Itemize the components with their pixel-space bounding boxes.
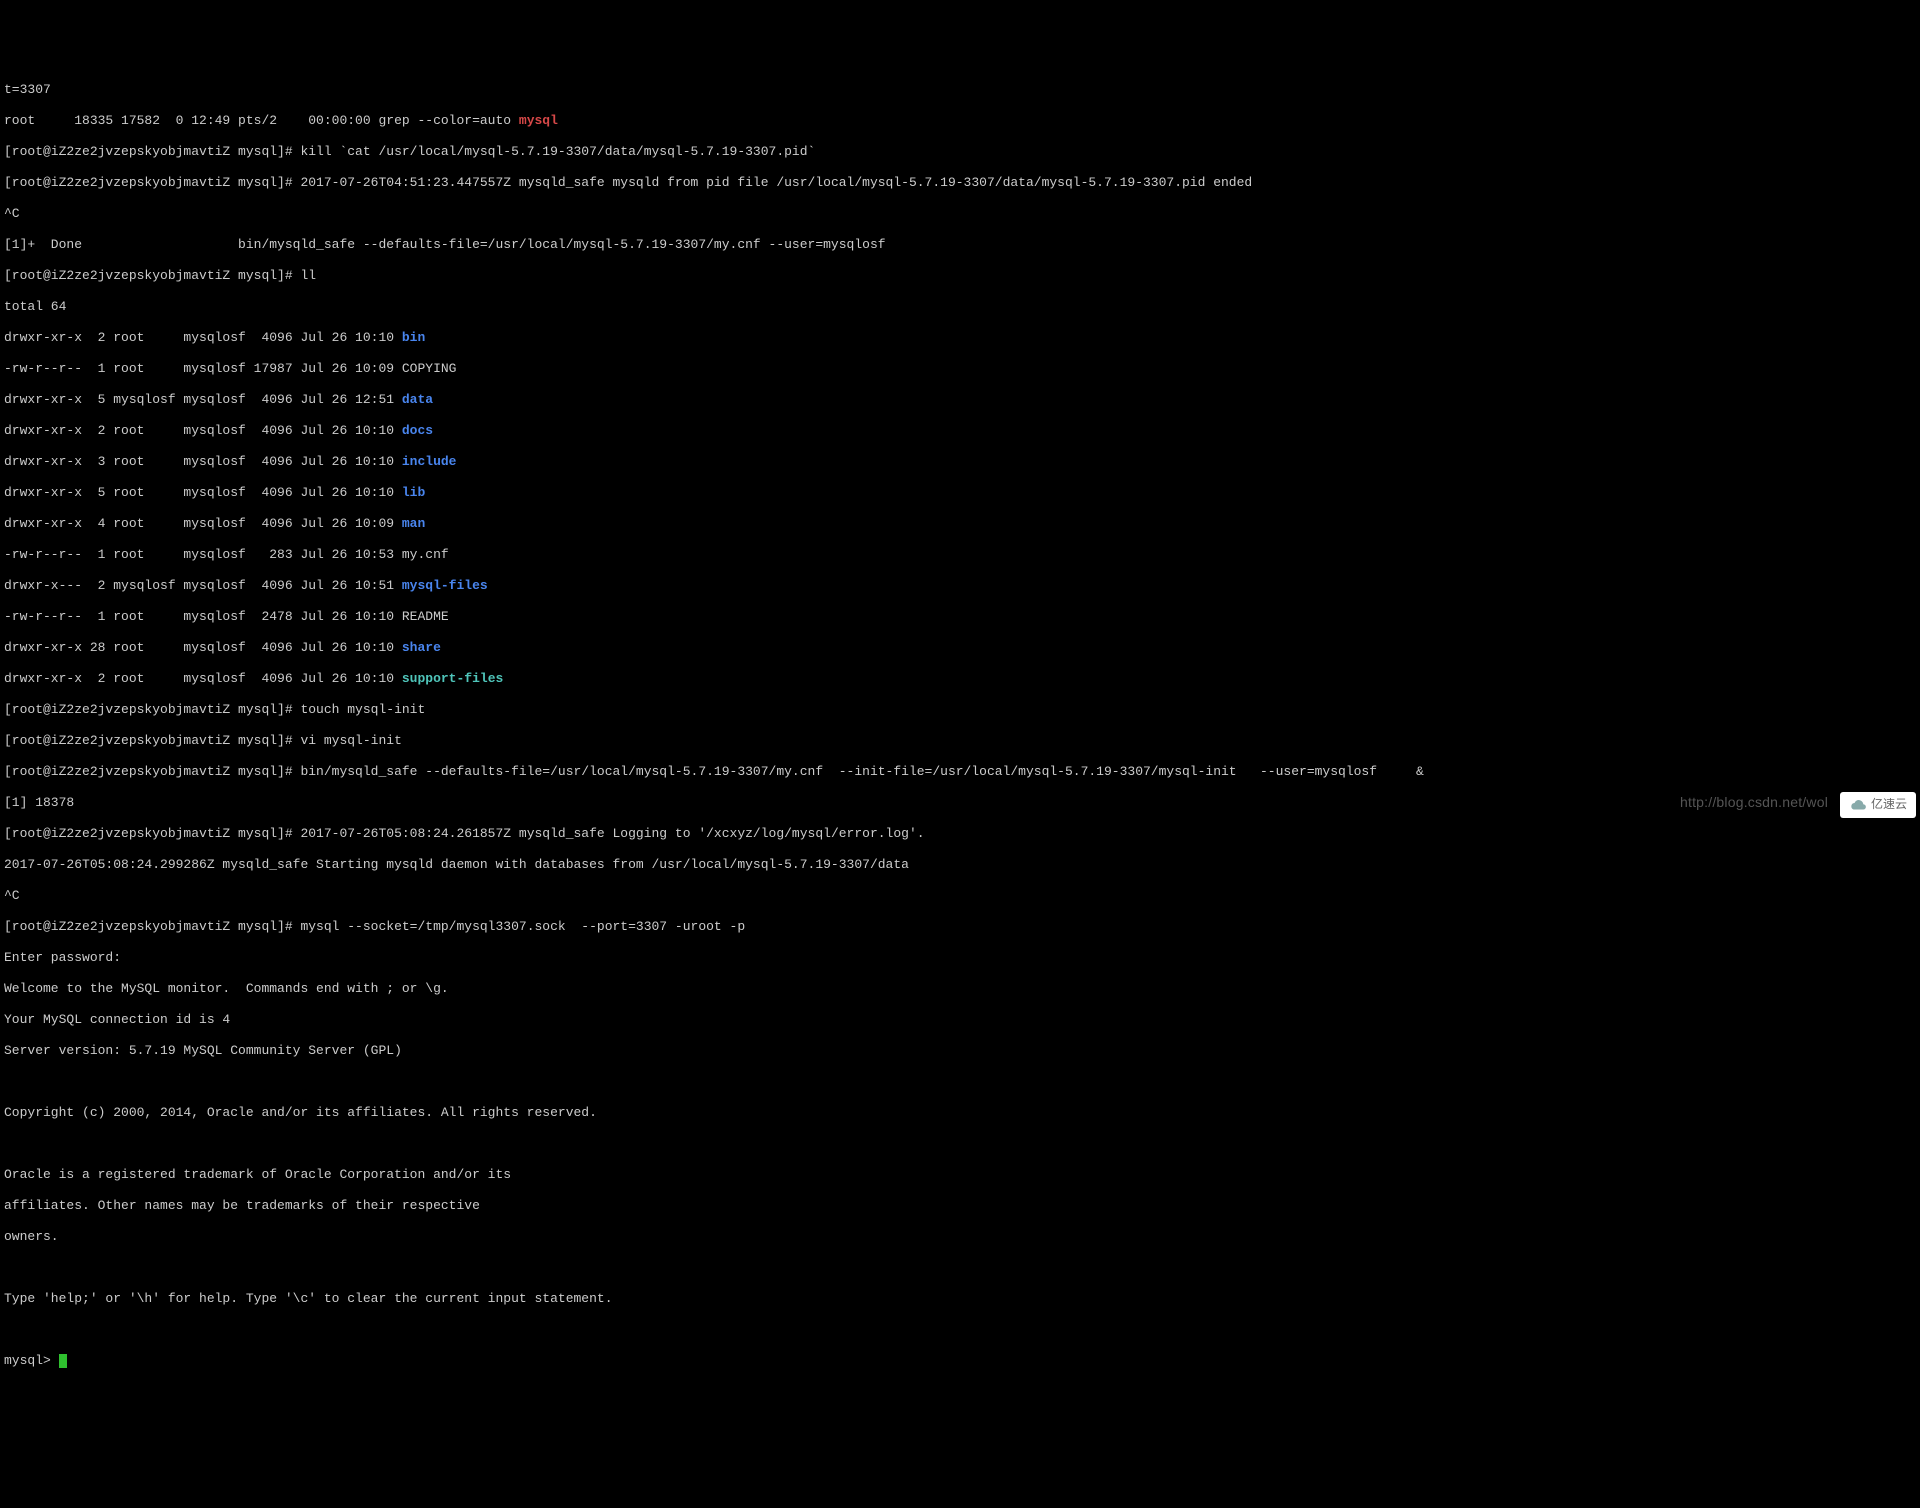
output-line: Server version: 5.7.19 MySQL Community S… <box>4 1043 1916 1059</box>
dir-name: bin <box>402 330 425 345</box>
ls-line: drwxr-xr-x 5 root mysqlosf 4096 Jul 26 1… <box>4 485 1916 501</box>
prompt-line: [root@iZ2ze2jvzepskyobjmavtiZ mysql]# ki… <box>4 144 1916 160</box>
output-line: 2017-07-26T05:08:24.299286Z mysqld_safe … <box>4 857 1916 873</box>
output-line: ^C <box>4 888 1916 904</box>
output-line: affiliates. Other names may be trademark… <box>4 1198 1916 1214</box>
output-line: Type 'help;' or '\h' for help. Type '\c'… <box>4 1291 1916 1307</box>
ls-line: drwxr-xr-x 4 root mysqlosf 4096 Jul 26 1… <box>4 516 1916 532</box>
terminal-output[interactable]: t=3307 root 18335 17582 0 12:49 pts/2 00… <box>4 66 1916 1384</box>
ps-output: root 18335 17582 0 12:49 pts/2 00:00:00 … <box>4 113 1916 129</box>
output-line: [1] 18378 <box>4 795 1916 811</box>
ls-line: -rw-r--r-- 1 root mysqlosf 17987 Jul 26 … <box>4 361 1916 377</box>
dir-name: mysql-files <box>402 578 488 593</box>
prompt-line: [root@iZ2ze2jvzepskyobjmavtiZ mysql]# 20… <box>4 826 1916 842</box>
output-line: Copyright (c) 2000, 2014, Oracle and/or … <box>4 1105 1916 1121</box>
blank-line <box>4 1074 1916 1090</box>
output-line: Oracle is a registered trademark of Orac… <box>4 1167 1916 1183</box>
dir-name: man <box>402 516 425 531</box>
cursor-icon <box>59 1354 67 1368</box>
blank-line <box>4 1136 1916 1152</box>
watermark-badge-text: 亿速云 <box>1871 797 1907 813</box>
output-line: Enter password: <box>4 950 1916 966</box>
ls-line: drwxr-xr-x 2 root mysqlosf 4096 Jul 26 1… <box>4 671 1916 687</box>
dir-name: data <box>402 392 433 407</box>
ls-line: drwxr-x--- 2 mysqlosf mysqlosf 4096 Jul … <box>4 578 1916 594</box>
blank-line <box>4 1322 1916 1338</box>
dir-name: support-files <box>402 671 503 686</box>
cloud-icon <box>1849 799 1867 811</box>
dir-name: lib <box>402 485 425 500</box>
watermark-url: http://blog.csdn.net/wol <box>1680 795 1828 811</box>
ls-line: drwxr-xr-x 5 mysqlosf mysqlosf 4096 Jul … <box>4 392 1916 408</box>
prompt-line: [root@iZ2ze2jvzepskyobjmavtiZ mysql]# 20… <box>4 175 1916 191</box>
mysql-prompt[interactable]: mysql> <box>4 1353 1916 1369</box>
ls-line: drwxr-xr-x 2 root mysqlosf 4096 Jul 26 1… <box>4 330 1916 346</box>
output-line: [1]+ Done bin/mysqld_safe --defaults-fil… <box>4 237 1916 253</box>
watermark-badge: 亿速云 <box>1840 792 1916 818</box>
grep-match: mysql <box>519 113 558 128</box>
output-line: Welcome to the MySQL monitor. Commands e… <box>4 981 1916 997</box>
dir-name: docs <box>402 423 433 438</box>
output-line: t=3307 <box>4 82 1916 98</box>
ls-line: -rw-r--r-- 1 root mysqlosf 2478 Jul 26 1… <box>4 609 1916 625</box>
output-line: Your MySQL connection id is 4 <box>4 1012 1916 1028</box>
prompt-line: [root@iZ2ze2jvzepskyobjmavtiZ mysql]# ll <box>4 268 1916 284</box>
ls-line: drwxr-xr-x 3 root mysqlosf 4096 Jul 26 1… <box>4 454 1916 470</box>
ls-line: drwxr-xr-x 2 root mysqlosf 4096 Jul 26 1… <box>4 423 1916 439</box>
prompt-line: [root@iZ2ze2jvzepskyobjmavtiZ mysql]# vi… <box>4 733 1916 749</box>
prompt-line: [root@iZ2ze2jvzepskyobjmavtiZ mysql]# to… <box>4 702 1916 718</box>
output-line: owners. <box>4 1229 1916 1245</box>
ls-line: -rw-r--r-- 1 root mysqlosf 283 Jul 26 10… <box>4 547 1916 563</box>
blank-line <box>4 1260 1916 1276</box>
prompt-line: [root@iZ2ze2jvzepskyobjmavtiZ mysql]# my… <box>4 919 1916 935</box>
output-line: total 64 <box>4 299 1916 315</box>
output-line: ^C <box>4 206 1916 222</box>
dir-name: share <box>402 640 441 655</box>
ls-line: drwxr-xr-x 28 root mysqlosf 4096 Jul 26 … <box>4 640 1916 656</box>
prompt-line: [root@iZ2ze2jvzepskyobjmavtiZ mysql]# bi… <box>4 764 1916 780</box>
dir-name: include <box>402 454 457 469</box>
